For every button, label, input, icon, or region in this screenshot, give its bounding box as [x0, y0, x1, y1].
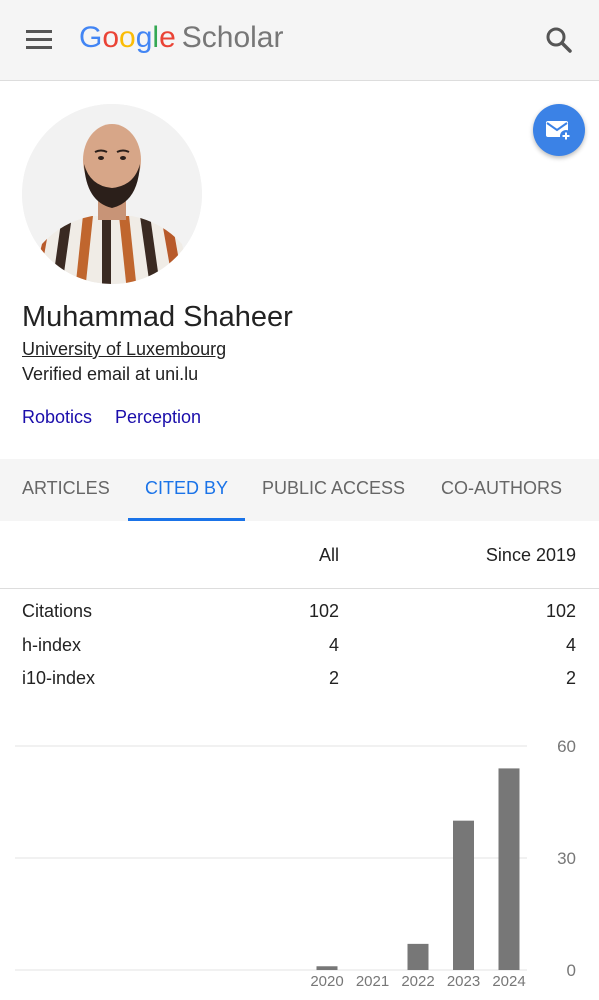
tab-co-authors[interactable]: CO-AUTHORS — [441, 459, 562, 521]
stat-since-value: 2 — [565, 668, 576, 688]
column-header-since-2019: Since 2019 — [485, 545, 576, 565]
chart-bar — [316, 966, 338, 970]
x-tick-label: 2023 — [447, 973, 480, 990]
interest-link-perception[interactable]: Perception — [115, 406, 201, 428]
hamburger-menu-icon[interactable] — [24, 30, 54, 50]
stat-label: h-index — [22, 635, 82, 655]
tab-articles[interactable]: ARTICLES — [22, 459, 110, 521]
profile-photo — [22, 104, 202, 284]
y-tick-label: 30 — [557, 849, 576, 868]
x-tick-label: 2021 — [356, 973, 389, 990]
stats-table-header: All Since 2019 — [0, 521, 599, 589]
chart-bar — [407, 943, 429, 970]
chart-bar — [453, 820, 474, 970]
chart-bar — [498, 768, 520, 970]
search-icon[interactable] — [543, 24, 575, 56]
profile-name: Muhammad Shaheer — [22, 301, 293, 333]
citations-per-year-chart: 0 30 60 2020 2021 2022 2023 2024 — [0, 730, 599, 1000]
stat-since-value: 4 — [565, 635, 576, 655]
stat-all-value: 102 — [308, 601, 339, 621]
google-scholar-logo[interactable]: Google Scholar — [79, 20, 283, 56]
x-tick-label: 2024 — [492, 973, 525, 990]
stat-all-value: 2 — [328, 668, 339, 688]
x-tick-label: 2022 — [401, 973, 434, 990]
stat-label: i10-index — [22, 668, 96, 688]
follow-button[interactable] — [533, 104, 585, 156]
x-tick-label: 2020 — [310, 973, 343, 990]
verified-email: Verified email at uni.lu — [22, 364, 199, 384]
y-tick-label: 0 — [567, 961, 576, 980]
citations-chart-svg: 0 30 60 2020 2021 2022 2023 2024 — [15, 737, 576, 990]
affiliation-link[interactable]: University of Luxembourg — [22, 338, 226, 360]
stat-label: Citations — [22, 601, 93, 621]
tab-cited-by[interactable]: CITED BY — [145, 459, 228, 521]
interest-link-robotics[interactable]: Robotics — [22, 406, 92, 428]
top-app-bar: Google Scholar — [0, 0, 599, 81]
column-header-all: All — [318, 545, 339, 565]
email-alert-icon — [546, 121, 572, 142]
profile-tabs: ARTICLES CITED BY PUBLIC ACCESS CO-AUTHO… — [0, 459, 599, 521]
stat-since-value: 102 — [545, 601, 576, 621]
stat-all-value: 4 — [328, 635, 339, 655]
y-tick-label: 60 — [557, 737, 576, 756]
tab-public-access[interactable]: PUBLIC ACCESS — [262, 459, 405, 521]
